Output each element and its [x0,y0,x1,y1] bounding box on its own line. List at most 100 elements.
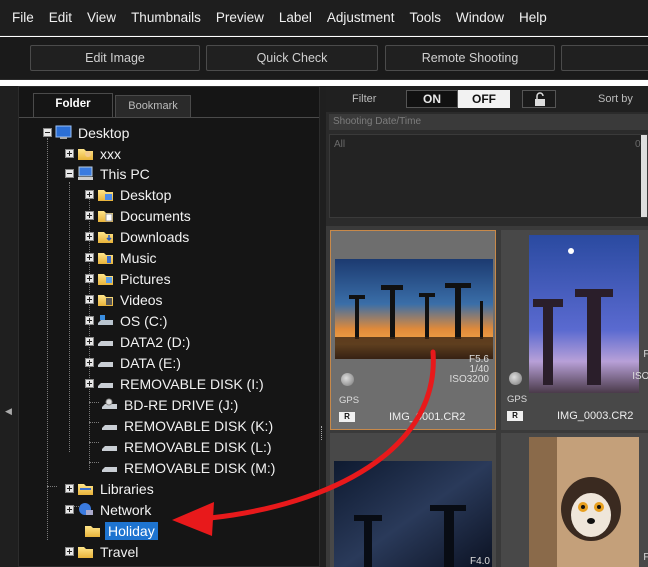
filter-on-button[interactable]: ON [406,90,458,108]
tree-label: Music [120,249,157,266]
tree-node-libraries[interactable]: Libraries [65,478,156,499]
folder-icon [78,547,93,558]
exif-info: F5.6 1/40 ISO3200 [449,354,489,385]
thumbnail-card[interactable]: F5.6 1/40 ISO3200 GPS R IMG_0001.CR2 [330,230,496,430]
menu-window[interactable]: Window [456,10,504,25]
shooting-date-filter-field[interactable]: Shooting Date/Time [329,114,648,130]
drive-icon [98,362,113,367]
menu-help[interactable]: Help [519,10,547,25]
tree-node-holiday[interactable]: Holiday [81,520,158,541]
network-icon [79,503,93,515]
tree-label: BD-RE DRIVE (J:) [124,396,239,413]
tree-label: Desktop [78,124,130,141]
tree-node-data2-d[interactable]: DATA2 (D:) [85,331,192,352]
tree-node-desktop[interactable]: Desktop [43,122,131,143]
tab-folder[interactable]: Folder [33,93,113,118]
tree-node-this-pc[interactable]: This PC [65,163,152,184]
sort-by-label[interactable]: Sort by [598,93,633,105]
filter-all-item[interactable]: All [334,139,345,150]
menu-tools[interactable]: Tools [409,10,441,25]
menu-thumbnails[interactable]: Thumbnails [131,10,201,25]
menu-label[interactable]: Label [279,10,312,25]
removable-drive-icon [102,467,117,472]
expand-toggle-icon[interactable] [85,253,94,262]
tree-node-music[interactable]: Music [85,247,159,268]
tree-node-travel[interactable]: Travel [65,541,140,562]
expand-toggle-icon[interactable] [85,295,94,304]
tree-node-pc-desktop[interactable]: Desktop [85,184,173,205]
expand-toggle-icon[interactable] [65,505,74,514]
filter-list[interactable]: All 0 [329,134,648,218]
tree-label: DATA (E:) [120,354,181,371]
filter-list-scrollbar[interactable] [641,135,647,217]
thumbnail-card[interactable]: F5 [501,433,648,567]
tree-label: Downloads [120,228,190,245]
remote-shooting-button[interactable]: Remote Shooting [385,45,555,71]
filter-bar: Filter ON OFF Sort by [326,86,648,112]
menu-file[interactable]: File [12,10,34,25]
expand-toggle-icon[interactable] [65,149,74,158]
tree-label: xxx [100,145,121,162]
optical-drive-icon [102,398,117,409]
tree-label: This PC [100,165,150,182]
tree-label: Pictures [120,270,171,287]
expand-toggle-icon[interactable] [85,232,94,241]
thumbnail-panel: Filter ON OFF Sort by Shooting Date/Time… [326,86,648,567]
gps-tag: GPS [507,394,528,405]
filter-off-button[interactable]: OFF [458,90,510,108]
tree-label-selected: Holiday [105,521,158,540]
thumbnail-card[interactable]: F3 ISO8 GPS R IMG_0003.CR2 [501,230,648,430]
menu-adjustment[interactable]: Adjustment [327,10,395,25]
tree-label: REMOVABLE DISK (K:) [124,417,274,434]
collapse-toggle-icon[interactable] [65,169,74,178]
tree-label: Desktop [120,186,172,203]
drive-icon [98,341,113,346]
rating-disc-icon [509,372,522,385]
collapse-left-icon: ◀ [5,406,12,416]
toolbar-extra-button[interactable] [561,45,648,71]
thumbnail-image [334,461,492,567]
expand-toggle-icon[interactable] [65,547,74,556]
tree-node-network[interactable]: Network [65,499,153,520]
expand-toggle-icon[interactable] [85,211,94,220]
tree-node-documents[interactable]: Documents [85,205,193,226]
expand-toggle-icon[interactable] [85,274,94,283]
expand-toggle-icon[interactable] [85,337,94,346]
tree-label: REMOVABLE DISK (I:) [120,375,264,392]
menu-edit[interactable]: Edit [49,10,72,25]
collapse-toggle-icon[interactable] [43,128,52,137]
thumbnail-card[interactable]: F4.0 [330,433,496,567]
thumbnail-image [529,437,639,567]
tree-node-xxx[interactable]: xxx [65,143,123,164]
tab-bookmark[interactable]: Bookmark [115,95,191,117]
toolbar: Edit Image Quick Check Remote Shooting [0,37,648,80]
tree-node-removable-k[interactable]: REMOVABLE DISK (K:) [98,415,275,436]
tree-node-bdre-j[interactable]: BD-RE DRIVE (J:) [98,394,240,415]
music-folder-icon [98,253,113,264]
tree-node-os-c[interactable]: OS (C:) [85,310,169,331]
panel-collapse-handle[interactable]: ◀ [0,86,18,567]
tree-node-removable-i[interactable]: REMOVABLE DISK (I:) [85,373,266,394]
tree-node-downloads[interactable]: Downloads [85,226,191,247]
tree-node-removable-m[interactable]: REMOVABLE DISK (M:) [98,457,277,478]
tree-node-pictures[interactable]: Pictures [85,268,173,289]
thumbnail-image [529,235,639,393]
expand-toggle-icon[interactable] [85,316,94,325]
expand-toggle-icon[interactable] [85,379,94,388]
tree-node-removable-l[interactable]: REMOVABLE DISK (L:) [98,436,274,457]
tree-node-videos[interactable]: Videos [85,289,165,310]
folder-icon [85,526,100,537]
expand-toggle-icon[interactable] [65,484,74,493]
quick-check-button[interactable]: Quick Check [206,45,378,71]
folder-icon [98,190,113,201]
tree-node-data-e[interactable]: DATA (E:) [85,352,183,373]
expand-toggle-icon[interactable] [85,190,94,199]
expand-toggle-icon[interactable] [85,358,94,367]
raw-badge: R [339,412,355,422]
filter-lock-button[interactable] [522,90,556,108]
edit-image-button[interactable]: Edit Image [30,45,200,71]
system-drive-icon [98,315,113,325]
thumbnail-filename: IMG_0001.CR2 [389,411,466,423]
menu-preview[interactable]: Preview [216,10,264,25]
menu-view[interactable]: View [87,10,116,25]
